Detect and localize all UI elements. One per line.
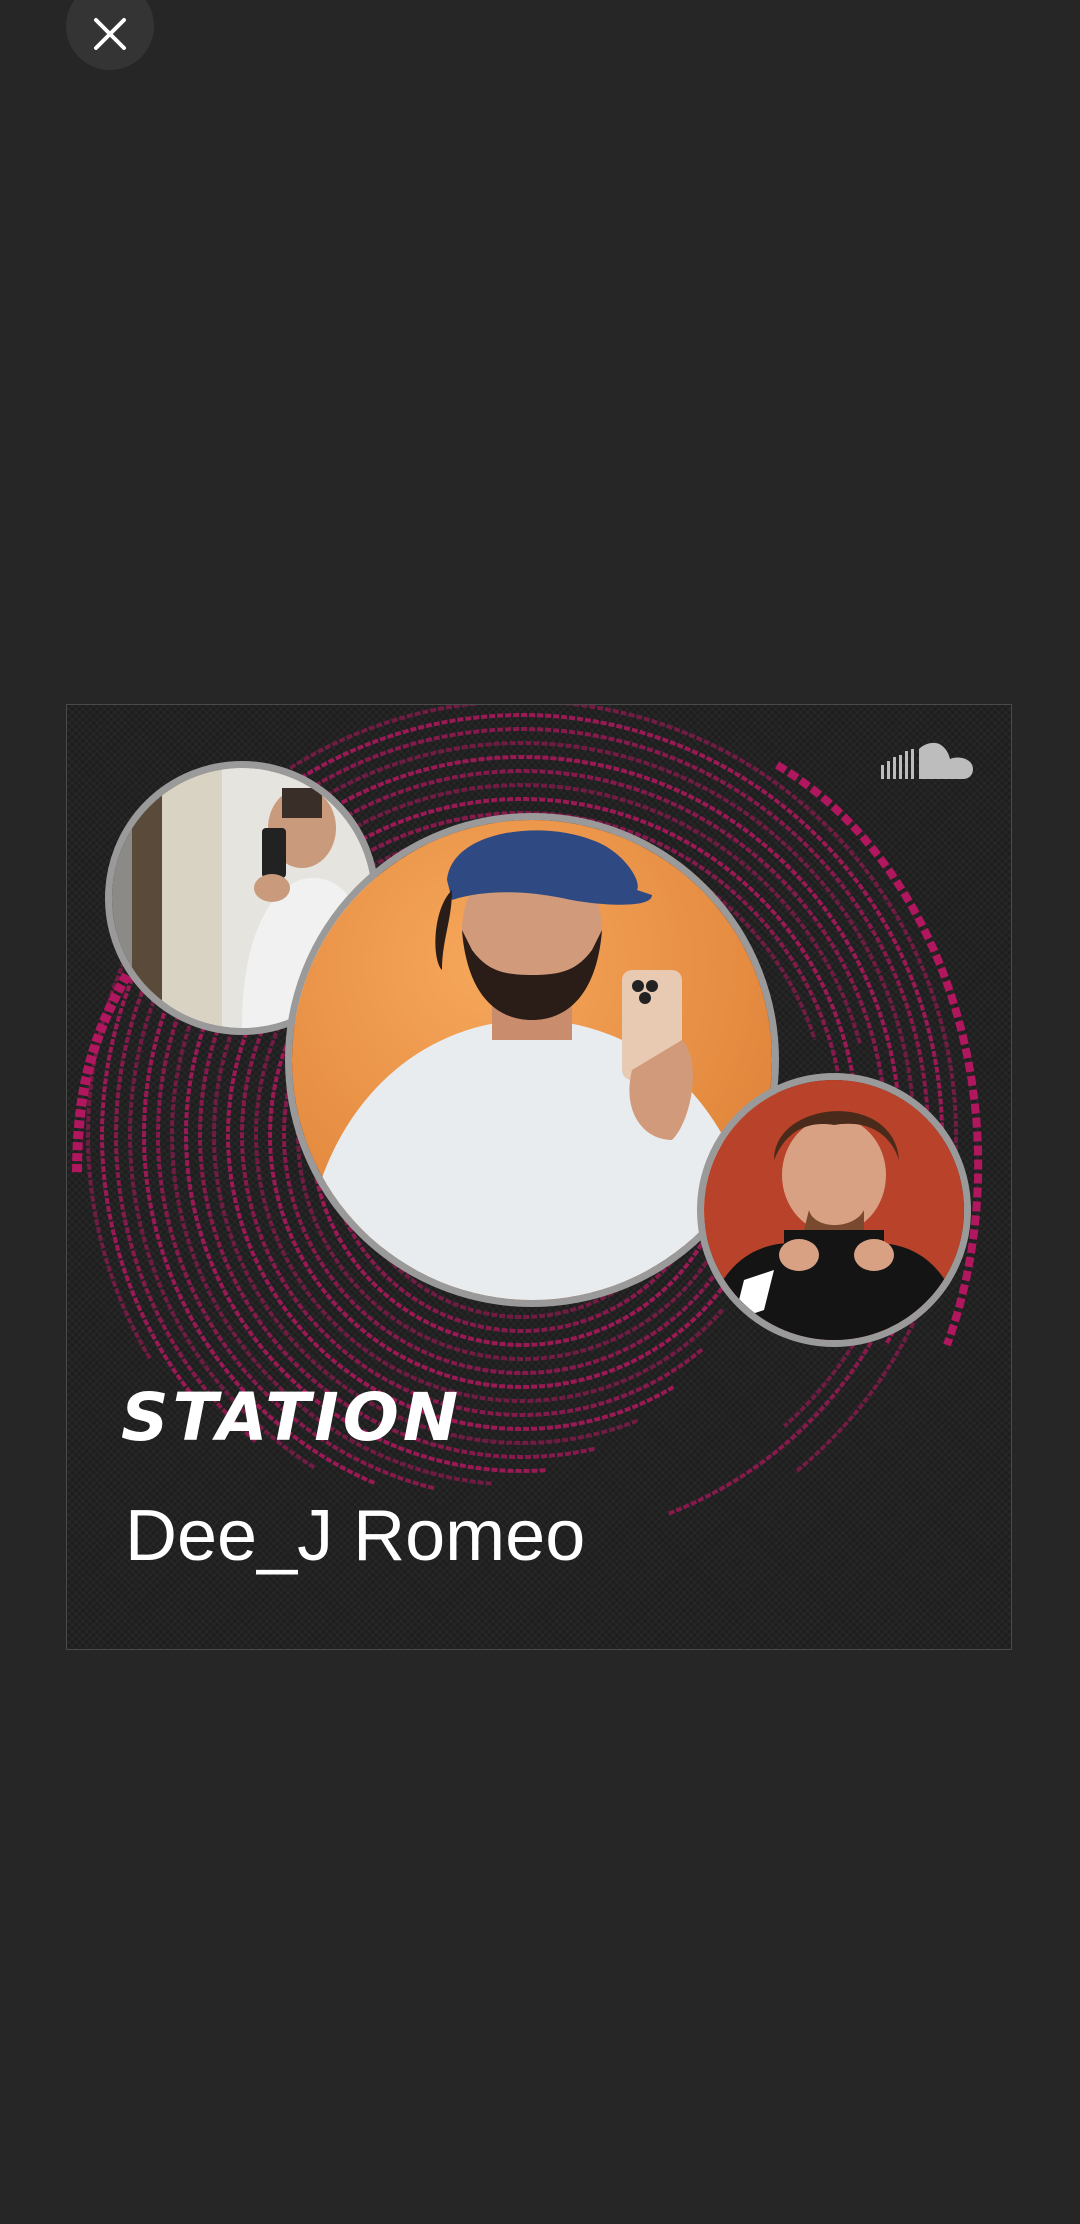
- close-icon: [94, 18, 126, 50]
- close-button[interactable]: [66, 0, 154, 70]
- station-artwork: STATION Dee_J Romeo: [66, 704, 1012, 1650]
- artist-name: Dee_J Romeo: [125, 1496, 586, 1576]
- soundcloud-logo-icon: [881, 742, 973, 779]
- artist-photo-right: [697, 1073, 971, 1347]
- station-label: STATION: [121, 1379, 463, 1456]
